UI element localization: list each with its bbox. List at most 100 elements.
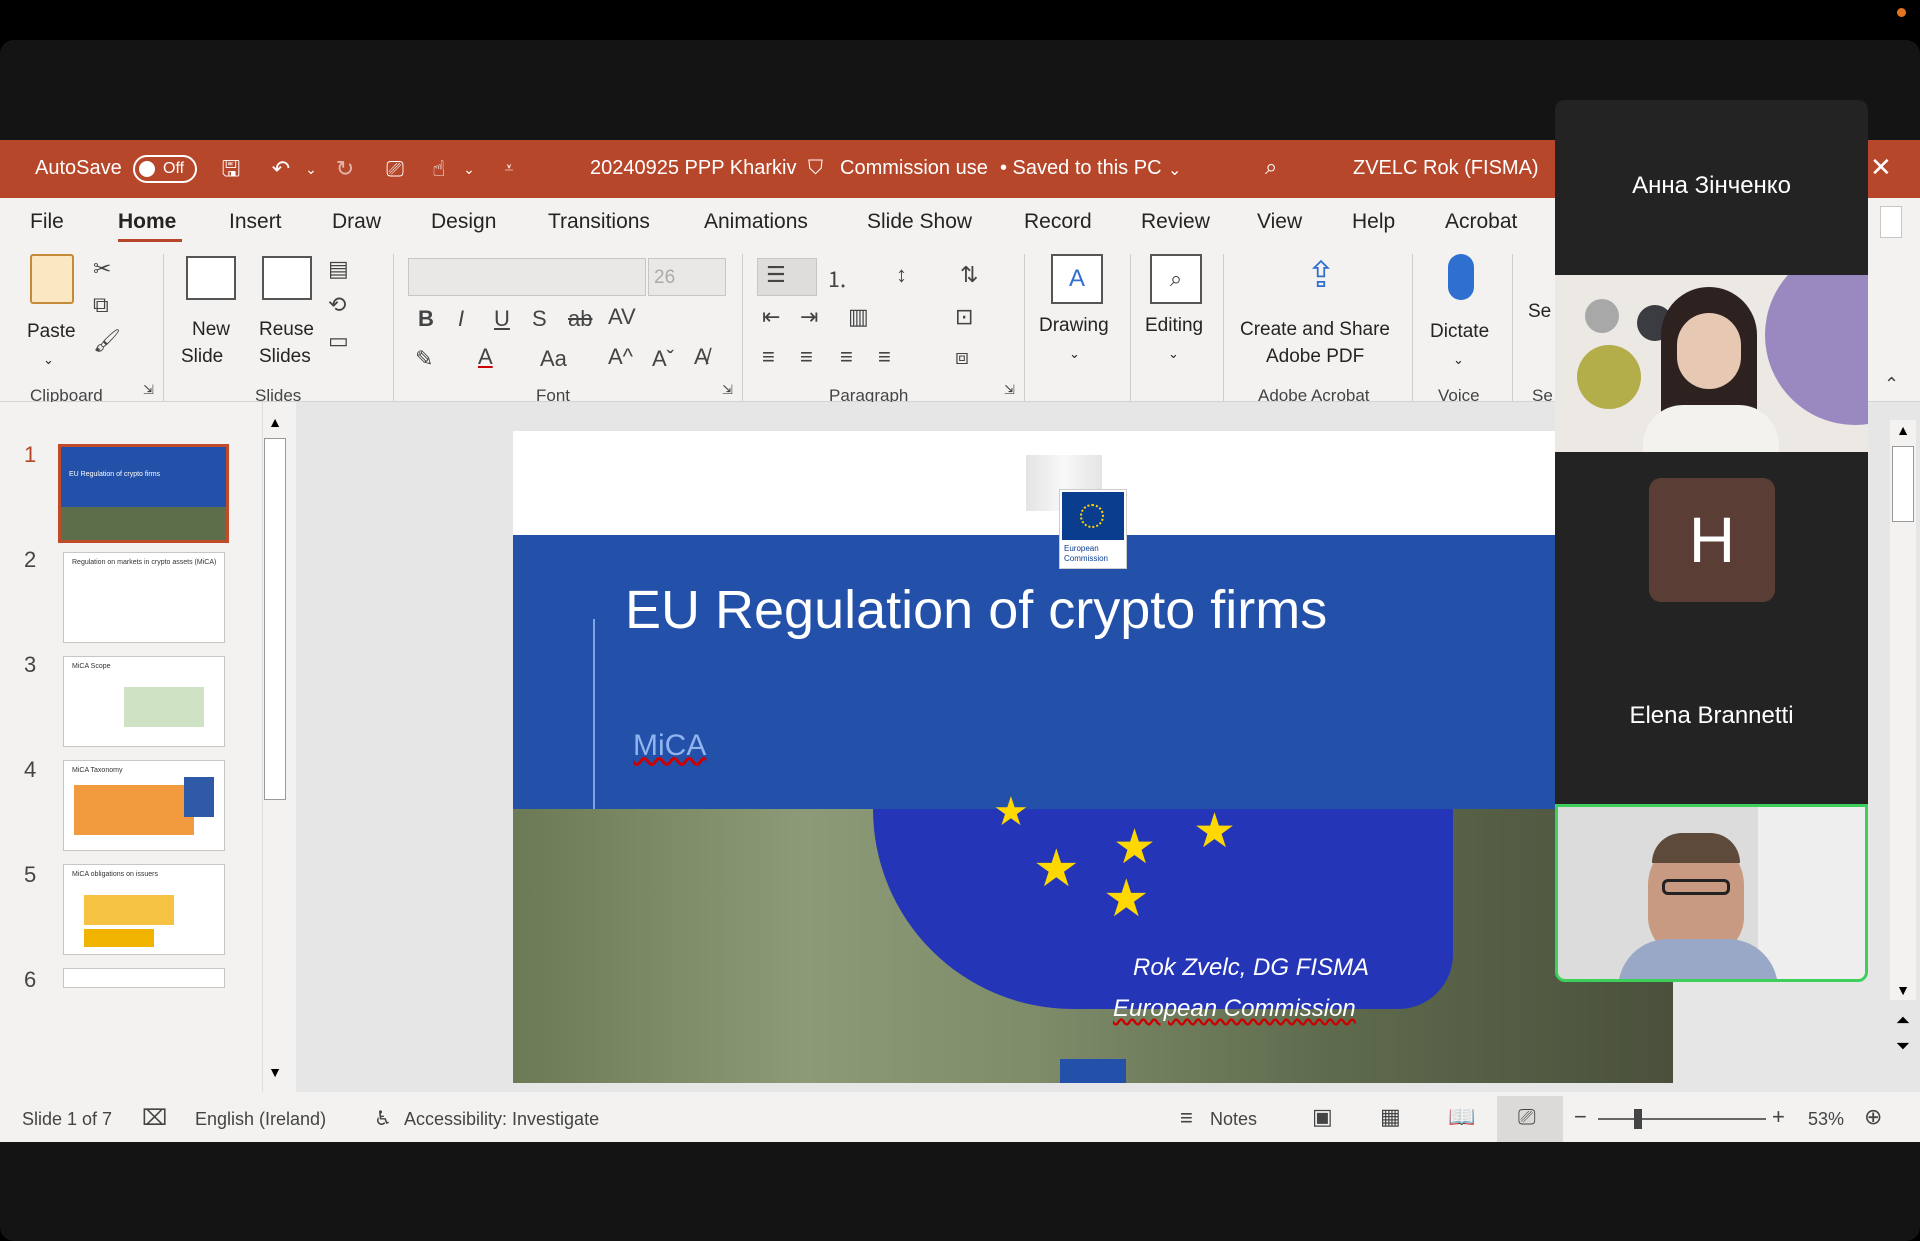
slide-thumbnail-3[interactable]: MiCA Scope bbox=[63, 656, 225, 747]
microphone-icon[interactable] bbox=[1448, 254, 1474, 300]
present-icon[interactable]: ⎚ bbox=[380, 154, 410, 184]
font-name-input[interactable] bbox=[408, 258, 646, 296]
slide-sorter-icon[interactable]: ▦ bbox=[1380, 1104, 1401, 1130]
reuse-slides-label-2[interactable]: Slides bbox=[259, 343, 311, 370]
new-slide-icon[interactable] bbox=[186, 256, 236, 300]
reading-view-icon[interactable]: 📖 bbox=[1448, 1104, 1475, 1130]
zoom-out-icon[interactable]: − bbox=[1574, 1104, 1587, 1130]
tab-insert[interactable]: Insert bbox=[229, 210, 282, 234]
create-share-label-1[interactable]: Create and Share bbox=[1240, 316, 1390, 343]
tab-transitions[interactable]: Transitions bbox=[548, 210, 650, 234]
new-slide-label-2[interactable]: Slide bbox=[181, 343, 223, 370]
paste-label[interactable]: Paste bbox=[27, 318, 76, 345]
strikethrough-icon[interactable]: ab bbox=[568, 306, 592, 332]
reuse-slides-label-1[interactable]: Reuse bbox=[259, 316, 314, 343]
align-left-icon[interactable]: ≡ bbox=[762, 344, 775, 370]
slide-organization[interactable]: European Commission bbox=[1113, 995, 1356, 1023]
create-pdf-icon[interactable]: ⇪ bbox=[1300, 254, 1342, 306]
cut-off-button-label[interactable]: Se bbox=[1528, 298, 1551, 325]
scroll-thumb[interactable] bbox=[264, 438, 286, 800]
underline-icon[interactable]: U bbox=[494, 306, 510, 332]
slide-title[interactable]: EU Regulation of crypto firms bbox=[625, 579, 1327, 641]
reset-icon[interactable]: ⟲ bbox=[328, 292, 346, 318]
save-icon[interactable]: 🖫 bbox=[216, 154, 246, 184]
font-launcher-icon[interactable]: ⇲ bbox=[722, 382, 733, 398]
autosave-toggle[interactable]: Off bbox=[133, 155, 197, 183]
notes-button[interactable]: Notes bbox=[1210, 1109, 1257, 1130]
zoom-slider-thumb[interactable] bbox=[1634, 1109, 1642, 1129]
touch-mode-icon[interactable]: ☝ bbox=[424, 154, 454, 184]
slide-thumbnail-2[interactable]: Regulation on markets in crypto assets (… bbox=[63, 552, 225, 643]
touch-dropdown-icon[interactable]: ⌄ bbox=[454, 154, 484, 184]
shadow-icon[interactable]: S bbox=[532, 306, 547, 332]
notes-icon[interactable]: ≡ bbox=[1180, 1105, 1193, 1131]
scroll-thumb[interactable] bbox=[1892, 446, 1914, 522]
clipboard-launcher-icon[interactable]: ⇲ bbox=[143, 382, 154, 398]
decrease-font-icon[interactable]: Aˇ bbox=[652, 346, 674, 372]
previous-slide-icon[interactable]: ⏶ bbox=[1890, 1010, 1916, 1034]
editing-label[interactable]: Editing bbox=[1145, 312, 1203, 339]
current-slide[interactable]: European Commission EU Regulation of cry… bbox=[513, 431, 1673, 1083]
layout-icon[interactable]: ▤ bbox=[328, 256, 349, 282]
tab-file[interactable]: File bbox=[30, 210, 64, 234]
drawing-label[interactable]: Drawing bbox=[1039, 312, 1109, 339]
tab-acrobat[interactable]: Acrobat bbox=[1445, 210, 1517, 234]
format-painter-icon[interactable]: 🖌 bbox=[93, 328, 121, 354]
line-spacing-icon[interactable]: ↕ bbox=[896, 262, 907, 288]
drawing-icon[interactable]: A bbox=[1051, 254, 1103, 304]
italic-icon[interactable]: I bbox=[458, 306, 464, 332]
normal-view-icon[interactable]: ▣ bbox=[1312, 1104, 1333, 1130]
tab-home[interactable]: Home bbox=[118, 210, 176, 234]
new-slide-label-1[interactable]: New bbox=[192, 316, 230, 343]
tab-help[interactable]: Help bbox=[1352, 210, 1395, 234]
increase-indent-icon[interactable]: ⇥ bbox=[800, 304, 818, 330]
slide-author[interactable]: Rok Zvelc, DG FISMA bbox=[1133, 954, 1369, 982]
find-icon[interactable]: ⌕ bbox=[1150, 254, 1202, 304]
scroll-down-icon[interactable]: ▼ bbox=[1890, 982, 1916, 1002]
align-text-icon[interactable]: ⊡ bbox=[955, 304, 973, 330]
zoom-level[interactable]: 53% bbox=[1808, 1109, 1844, 1130]
paragraph-launcher-icon[interactable]: ⇲ bbox=[1004, 382, 1015, 398]
align-center-icon[interactable]: ≡ bbox=[800, 344, 813, 370]
highlight-icon[interactable]: ✎ bbox=[415, 346, 433, 372]
chevron-down-icon[interactable]: ⌄ bbox=[1069, 340, 1080, 367]
tab-slide-show[interactable]: Slide Show bbox=[867, 210, 972, 234]
numbering-icon[interactable]: ⒈ bbox=[826, 262, 848, 294]
tab-animations[interactable]: Animations bbox=[704, 210, 808, 234]
document-title[interactable]: 20240925 PPP Kharkiv bbox=[590, 157, 796, 180]
undo-icon[interactable]: ↶ bbox=[266, 154, 296, 184]
customize-toolbar-icon[interactable]: ⩡ bbox=[494, 154, 524, 184]
slide-subtitle[interactable]: MiCA bbox=[633, 729, 706, 763]
accessibility-icon[interactable]: ♿ bbox=[374, 1106, 392, 1131]
copy-icon[interactable]: ⧉ bbox=[93, 292, 109, 318]
justify-icon[interactable]: ≡ bbox=[878, 344, 891, 370]
redo-icon[interactable]: ↻ bbox=[330, 154, 360, 184]
chevron-down-icon[interactable]: ⌄ bbox=[1168, 160, 1181, 180]
increase-font-icon[interactable]: A^ bbox=[608, 344, 633, 370]
slide-thumbnail-6[interactable] bbox=[63, 968, 225, 988]
align-right-icon[interactable]: ≡ bbox=[840, 344, 853, 370]
slide-show-icon[interactable]: ⎚ bbox=[1518, 1104, 1536, 1130]
reuse-slides-icon[interactable] bbox=[262, 256, 312, 300]
spell-check-icon[interactable]: ⌧ bbox=[142, 1105, 167, 1131]
tab-record[interactable]: Record bbox=[1024, 210, 1092, 234]
text-direction-icon[interactable]: ⇅ bbox=[960, 262, 978, 288]
bold-icon[interactable]: B bbox=[418, 306, 434, 332]
participant-tile-1[interactable]: Анна Зінченко bbox=[1555, 100, 1868, 275]
participant-video-active-speaker[interactable] bbox=[1555, 804, 1868, 982]
close-icon[interactable]: ✕ bbox=[1870, 152, 1892, 183]
chevron-down-icon[interactable]: ⌄ bbox=[1453, 346, 1464, 373]
decrease-indent-icon[interactable]: ⇤ bbox=[762, 304, 780, 330]
accessibility-status[interactable]: Accessibility: Investigate bbox=[404, 1109, 599, 1130]
bullets-icon[interactable]: ☰ bbox=[766, 262, 786, 288]
font-color-icon[interactable]: A bbox=[478, 344, 493, 370]
ribbon-options-button[interactable] bbox=[1880, 206, 1902, 238]
undo-dropdown-icon[interactable]: ⌄ bbox=[296, 154, 326, 184]
chevron-down-icon[interactable]: ⌄ bbox=[1168, 340, 1179, 367]
create-share-label-2[interactable]: Adobe PDF bbox=[1266, 343, 1364, 370]
chevron-down-icon[interactable]: ⌄ bbox=[43, 346, 54, 373]
scroll-up-icon[interactable]: ▲ bbox=[262, 414, 288, 434]
participant-tile-2[interactable]: H Elena Brannetti bbox=[1555, 452, 1868, 804]
cut-icon[interactable]: ✂ bbox=[93, 256, 111, 282]
language-status[interactable]: English (Ireland) bbox=[195, 1109, 326, 1130]
